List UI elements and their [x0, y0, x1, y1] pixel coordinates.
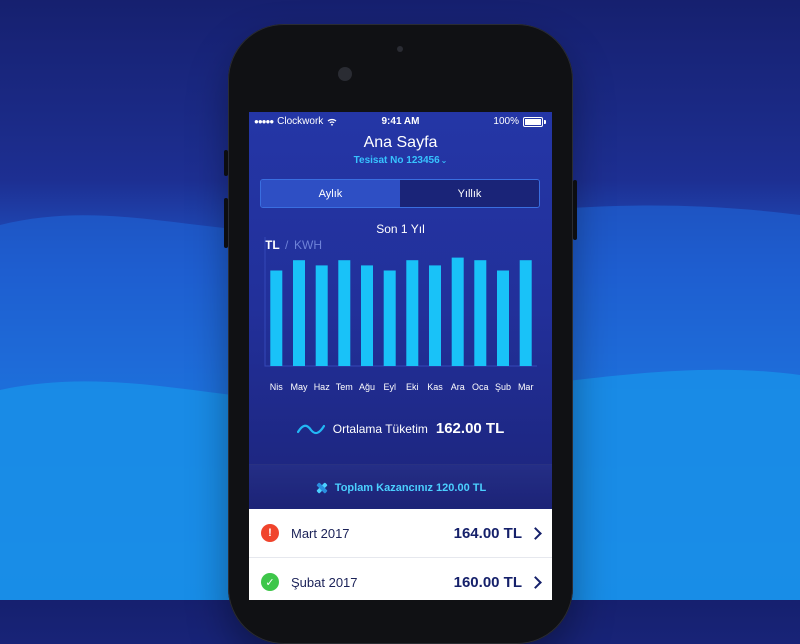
battery-percent: 100%	[493, 116, 519, 127]
list-item[interactable]: ✓ Şubat 2017 160.00 TL	[249, 558, 552, 600]
month-label-11: Mar	[518, 382, 534, 392]
month-label-3: Tem	[336, 382, 353, 392]
average-label: Ortalama Tüketim	[332, 421, 428, 436]
chart-bar-5	[383, 270, 396, 366]
phone-side-button	[224, 198, 228, 248]
exclamation-icon: !	[261, 524, 279, 542]
battery-tip	[544, 119, 546, 124]
check-icon: ✓	[261, 573, 279, 591]
app-screen: ●●●●● Clockwork 9:41 AM 100% Ana Sayfa T…	[249, 112, 552, 600]
bill-amount: 160.00 TL	[453, 573, 522, 591]
unit-separator: /	[285, 238, 289, 252]
chart-bar-1	[293, 260, 305, 366]
installation-selector[interactable]: Tesisat No 123456⌄	[249, 155, 552, 166]
phone-camera	[338, 67, 352, 81]
tab-yearly[interactable]: Yıllık	[400, 180, 539, 207]
page-title: Ana Sayfa	[363, 134, 438, 151]
chevron-right-icon	[529, 526, 542, 540]
bill-month: Mart 2017	[291, 525, 350, 541]
average-consumption: Ortalama Tüketim 162.00 TL	[249, 420, 552, 437]
month-label-4: Ağu	[359, 382, 375, 392]
chart-bar-0	[270, 270, 283, 366]
month-label-6: Eki	[406, 382, 419, 392]
savings-icon	[316, 482, 328, 493]
chart-axis	[264, 237, 537, 367]
chart-bar-8	[451, 257, 464, 366]
chart-bar-6	[406, 260, 419, 366]
installation-label: Tesisat No 123456	[353, 155, 440, 166]
chart-bar-3	[338, 260, 351, 366]
bill-list: ! Mart 2017 164.00 TL ✓ Şubat 2017 160.0…	[249, 509, 552, 600]
unit-kwh-toggle[interactable]: KWH	[294, 238, 322, 252]
month-label-1: May	[290, 382, 308, 392]
chart-bar-4	[361, 265, 373, 366]
phone-side-button	[224, 150, 228, 176]
unit-tl-toggle[interactable]: TL	[265, 238, 280, 252]
chevron-down-icon: ⌄	[440, 156, 448, 165]
battery-icon	[523, 116, 543, 127]
phone-side-button	[573, 180, 577, 240]
month-label-2: Haz	[314, 382, 331, 392]
chart-bar-7	[429, 265, 441, 366]
chart-bar-10	[497, 270, 509, 366]
chevron-right-icon	[529, 575, 542, 589]
month-label-9: Oca	[472, 382, 489, 392]
chart-bar-2	[315, 265, 328, 366]
status-bar: ●●●●● Clockwork 9:41 AM 100%	[249, 112, 552, 132]
bill-amount: 164.00 TL	[453, 524, 522, 542]
chart-title: Son 1 Yıl	[376, 222, 425, 236]
phone-sensor	[397, 46, 403, 52]
tab-monthly[interactable]: Aylık	[261, 180, 400, 207]
month-label-10: Şub	[495, 382, 511, 392]
bill-month: Şubat 2017	[291, 574, 358, 590]
chart-bar-9	[474, 260, 487, 366]
period-tabs: Aylık Yıllık	[260, 179, 540, 208]
month-label-0: Nis	[270, 382, 283, 392]
wave-icon	[296, 424, 325, 434]
month-label-8: Ara	[451, 382, 465, 392]
month-label-7: Kas	[427, 382, 443, 392]
average-value: 162.00 TL	[435, 420, 505, 437]
chart-bar-11	[519, 260, 532, 366]
savings-text: Toplam Kazancınız 120.00 TL	[334, 481, 487, 494]
total-savings: Toplam Kazancınız 120.00 TL	[249, 464, 552, 510]
month-label-5: Eyl	[383, 382, 396, 392]
list-item[interactable]: ! Mart 2017 164.00 TL	[249, 509, 552, 558]
